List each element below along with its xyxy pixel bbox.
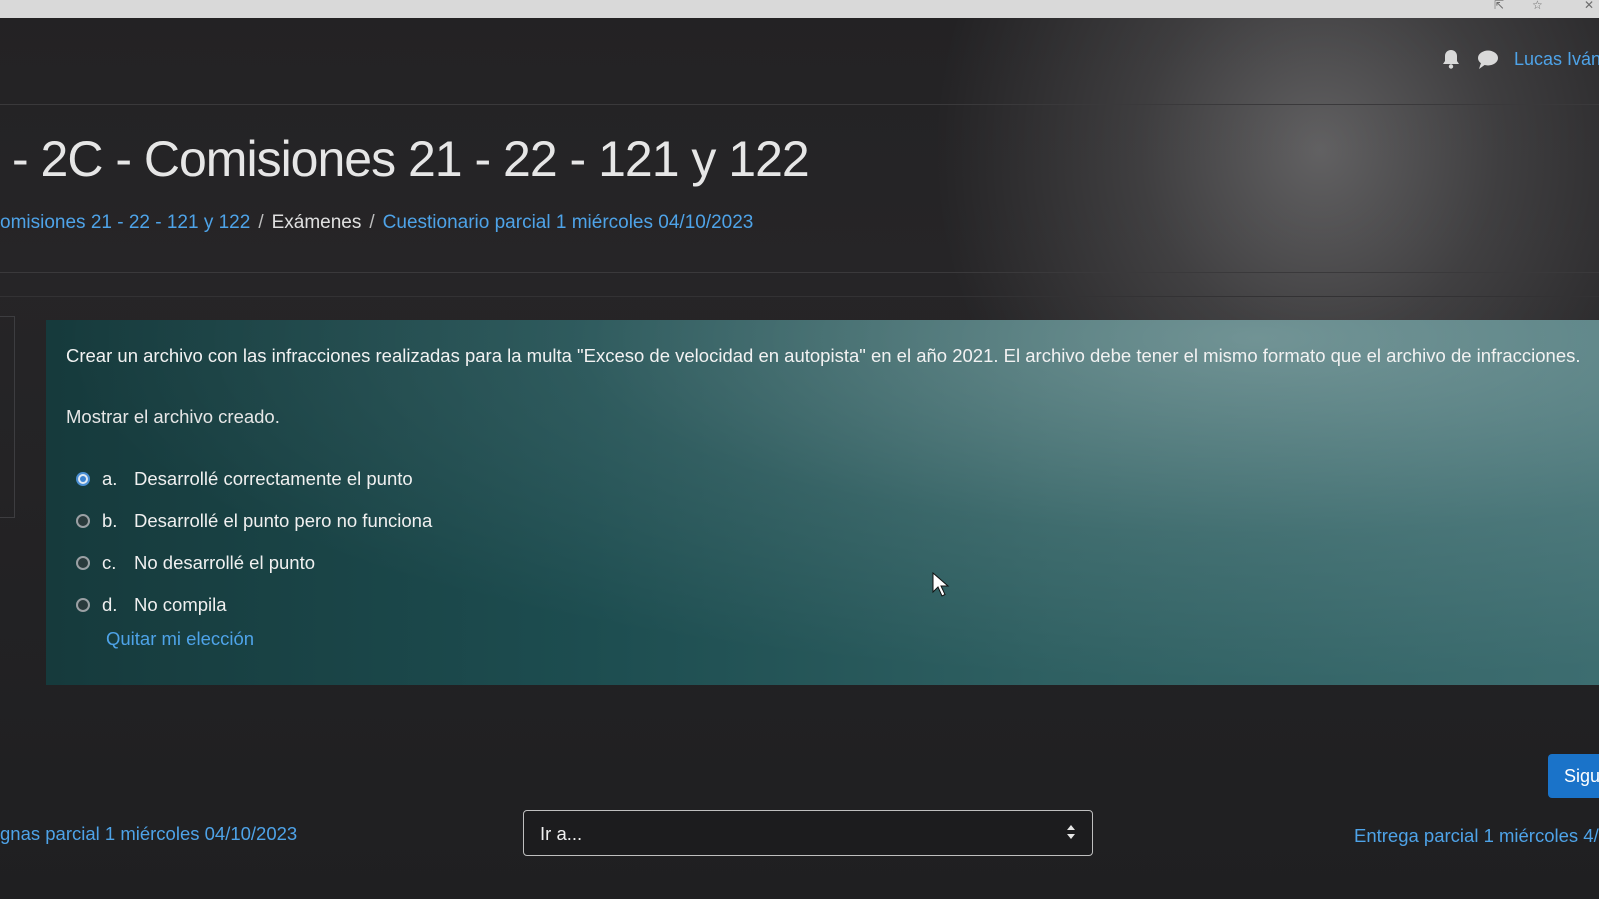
radio-button[interactable]	[76, 514, 90, 528]
extension-icon[interactable]: ✕	[1584, 0, 1594, 11]
share-icon[interactable]: ⇱	[1494, 0, 1504, 11]
breadcrumb-quiz-link[interactable]: Cuestionario parcial 1 miércoles 04/10/2…	[383, 212, 754, 233]
star-icon[interactable]: ☆	[1532, 0, 1543, 11]
breadcrumb-section-label: Exámenes	[271, 212, 362, 233]
breadcrumb-separator: /	[369, 212, 375, 233]
question-formulation: Crear un archivo con las infracciones re…	[46, 320, 1599, 685]
navbar-divider	[0, 104, 1599, 105]
radio-button-selected[interactable]	[76, 472, 90, 486]
answer-letter: c.	[102, 552, 117, 573]
screen: ⇱ ☆ ✕ Lucas Iván - 2C - Comisiones 21 - …	[0, 0, 1599, 899]
next-page-button[interactable]: Sigu	[1548, 754, 1599, 798]
answer-letter: a.	[102, 468, 118, 489]
radio-button[interactable]	[76, 556, 90, 570]
bell-icon[interactable]	[1440, 48, 1462, 70]
answer-label: Desarrollé correctamente el punto	[134, 468, 413, 489]
answer-option-b[interactable]: b. Desarrollé el punto pero no funciona	[76, 500, 432, 542]
clear-choice-link[interactable]: Quitar mi elección	[106, 628, 254, 650]
mouse-cursor-icon	[932, 572, 950, 597]
radio-button[interactable]	[76, 598, 90, 612]
question-subtext: Mostrar el archivo creado.	[66, 406, 280, 427]
breadcrumb: omisiones 21 - 22 - 121 y 122 / Exámenes / C…	[0, 212, 753, 234]
question-text: Crear un archivo con las infracciones re…	[66, 345, 1581, 366]
previous-activity-link[interactable]: gnas parcial 1 miércoles 04/10/2023	[0, 823, 297, 845]
browser-toolbar-strip: ⇱ ☆ ✕	[0, 0, 1599, 18]
answer-list: a. Desarrollé correctamente el punto b. …	[76, 458, 432, 626]
answer-option-d[interactable]: d. No compila	[76, 584, 432, 626]
breadcrumb-separator: /	[258, 212, 264, 233]
user-menu-name[interactable]: Lucas Iván	[1514, 49, 1599, 70]
breadcrumb-course-link[interactable]: omisiones 21 - 22 - 121 y 122	[0, 212, 250, 233]
answer-label: No desarrollé el punto	[134, 552, 315, 573]
navbar-user-area: Lucas Iván	[1440, 48, 1599, 70]
header-divider	[0, 272, 1599, 273]
question-info-panel	[0, 316, 15, 518]
answer-label: Desarrollé el punto pero no funciona	[134, 510, 433, 531]
chat-icon[interactable]	[1476, 48, 1500, 70]
jump-to-select-value: Ir a...	[540, 823, 583, 844]
select-arrows-icon	[1067, 825, 1075, 839]
answer-letter: d.	[102, 594, 118, 615]
header-divider-2	[0, 296, 1599, 297]
next-activity-link[interactable]: Entrega parcial 1 miércoles 4/1	[1354, 825, 1599, 847]
answer-label: No compila	[134, 594, 227, 615]
jump-to-select[interactable]: Ir a...	[523, 810, 1093, 856]
answer-option-c[interactable]: c. No desarrollé el punto	[76, 542, 432, 584]
page-title: - 2C - Comisiones 21 - 22 - 121 y 122	[12, 131, 810, 187]
answer-option-a[interactable]: a. Desarrollé correctamente el punto	[76, 458, 432, 500]
answer-letter: b.	[102, 510, 118, 531]
